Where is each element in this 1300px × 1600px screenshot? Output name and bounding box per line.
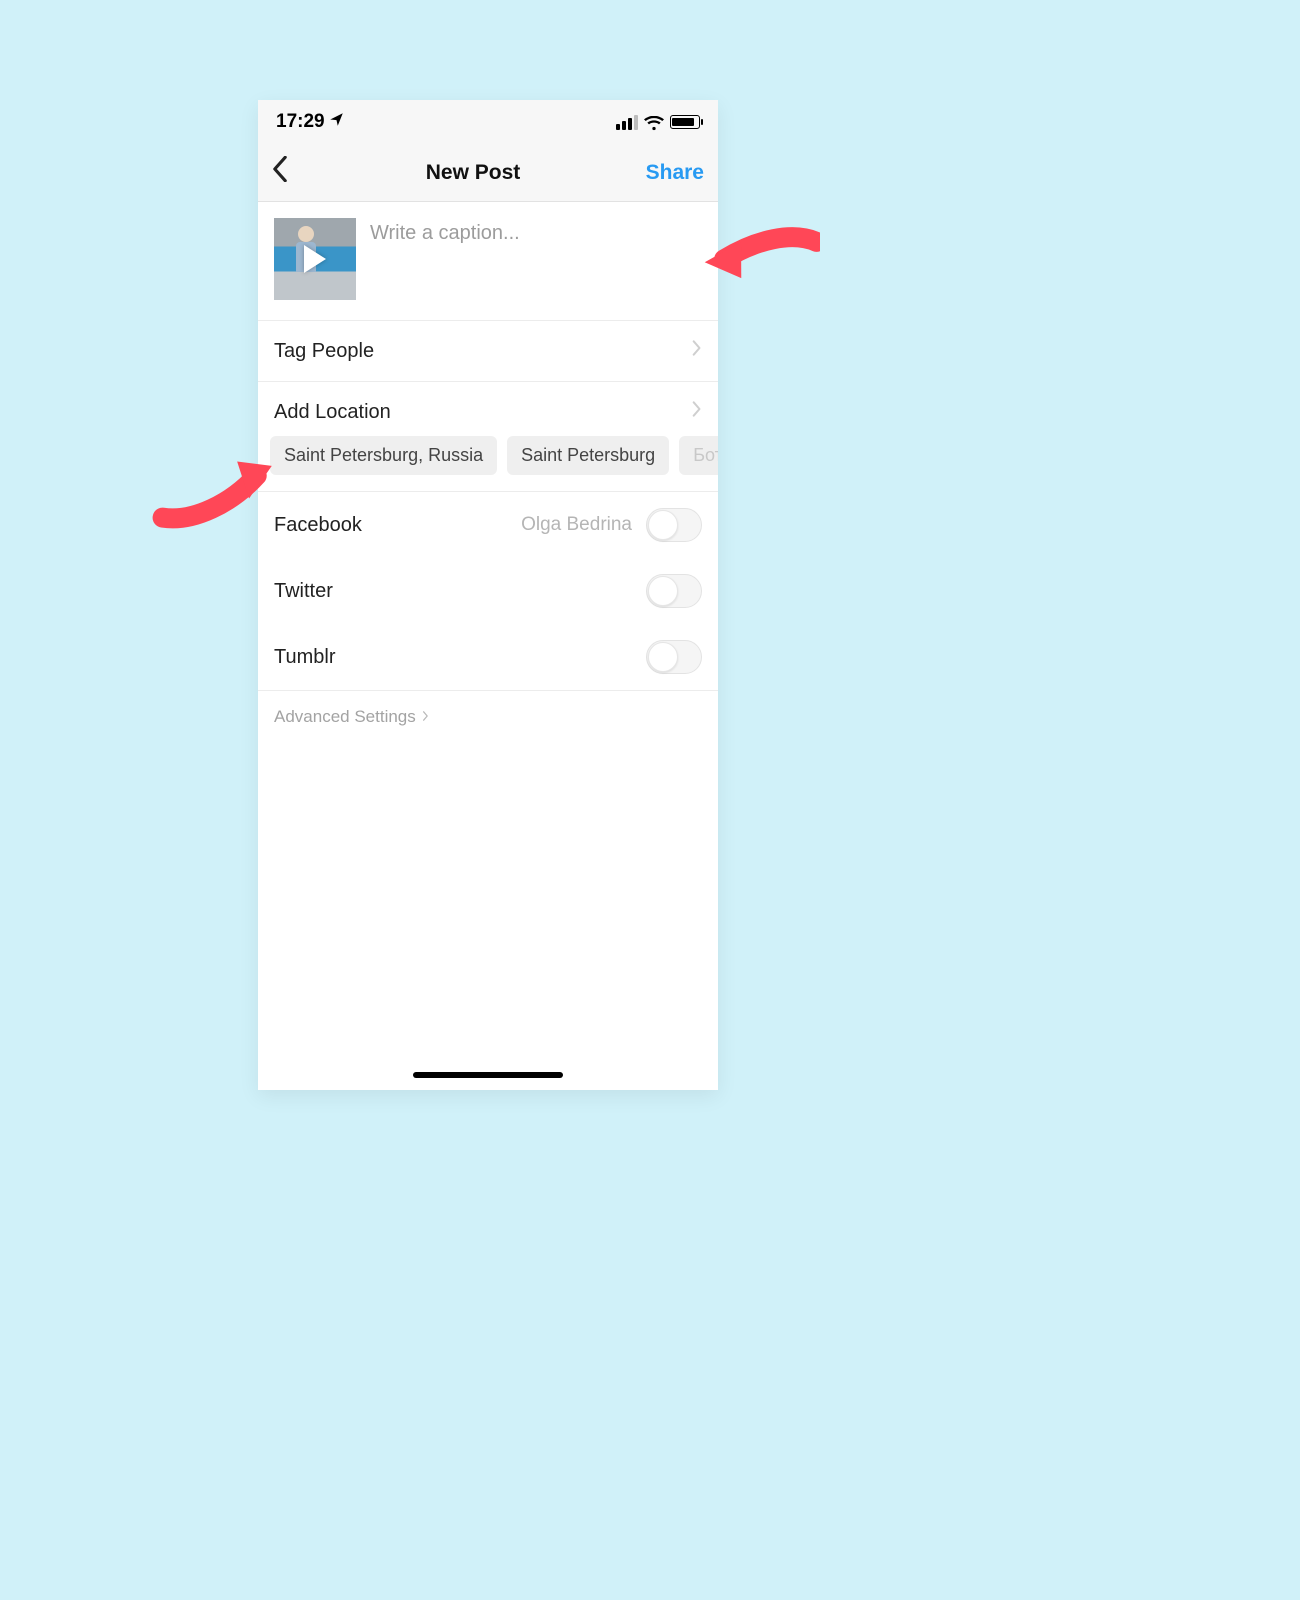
advanced-settings-row[interactable]: Advanced Settings: [258, 691, 718, 743]
tumblr-toggle[interactable]: [646, 640, 702, 674]
page-title: New Post: [426, 161, 521, 185]
chevron-right-icon: [422, 707, 430, 727]
share-twitter-label: Twitter: [274, 580, 333, 603]
share-twitter-row: Twitter: [258, 558, 718, 624]
share-tumblr-label: Tumblr: [274, 646, 335, 669]
battery-icon: [670, 115, 700, 129]
share-facebook-label: Facebook: [274, 514, 362, 537]
location-chip[interactable]: Бота: [679, 436, 718, 475]
play-icon: [304, 245, 326, 273]
home-indicator: [413, 1072, 563, 1078]
add-location-label: Add Location: [274, 401, 391, 424]
share-facebook-row: Facebook Olga Bedrina: [258, 492, 718, 558]
facebook-account: Olga Bedrina: [521, 514, 632, 536]
share-tumblr-row: Tumblr: [258, 624, 718, 690]
facebook-toggle[interactable]: [646, 508, 702, 542]
signal-icon: [616, 115, 638, 130]
phone-frame: 17:29 New Post Share Write a caption...: [258, 100, 718, 1090]
chevron-right-icon: [692, 400, 702, 424]
tag-people-row[interactable]: Tag People: [258, 321, 718, 382]
annotation-arrow-icon: [700, 218, 820, 288]
location-suggestions: Saint Petersburg, Russia Saint Petersbur…: [258, 436, 718, 491]
wifi-icon: [644, 115, 664, 129]
caption-input[interactable]: Write a caption...: [370, 218, 702, 300]
location-chip[interactable]: Saint Petersburg: [507, 436, 669, 475]
back-button[interactable]: [272, 156, 312, 189]
post-thumbnail[interactable]: [274, 218, 356, 300]
advanced-settings-label: Advanced Settings: [274, 707, 416, 727]
caption-row: Write a caption...: [258, 204, 718, 321]
nav-header: New Post Share: [258, 144, 718, 202]
location-chip[interactable]: Saint Petersburg, Russia: [270, 436, 497, 475]
twitter-toggle[interactable]: [646, 574, 702, 608]
location-arrow-icon: [329, 111, 344, 133]
tag-people-label: Tag People: [274, 340, 374, 363]
chevron-right-icon: [692, 339, 702, 363]
share-button[interactable]: Share: [634, 161, 704, 185]
add-location-row[interactable]: Add Location: [258, 382, 718, 436]
location-section: Add Location Saint Petersburg, Russia Sa…: [258, 382, 718, 492]
share-section: Facebook Olga Bedrina Twitter Tumblr: [258, 492, 718, 691]
status-bar: 17:29: [258, 100, 718, 144]
status-time: 17:29: [276, 111, 325, 133]
